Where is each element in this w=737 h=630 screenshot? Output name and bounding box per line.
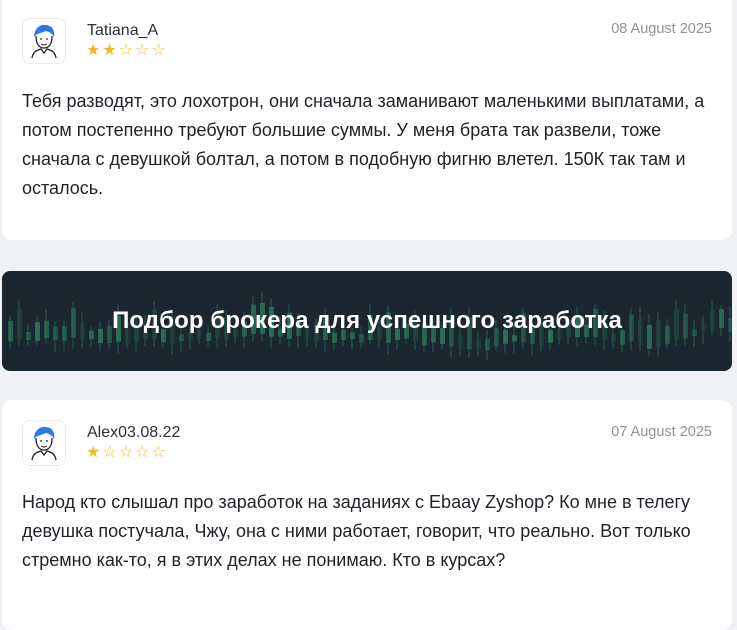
star-empty-icon: ☆ [151,42,166,59]
user-avatar-icon [22,18,66,64]
avatar-drawing [31,426,57,461]
star-empty-icon: ☆ [102,444,117,461]
review-author[interactable]: Alex03.08.22 [87,424,180,442]
star-empty-icon: ☆ [118,444,134,461]
rating-stars: ★ ☆ ☆ ☆ ☆ [86,445,166,461]
review-date: 08 August 2025 [611,21,712,37]
banner-title: Подбор брокера для успешного заработка [112,307,622,334]
avatar-drawing [31,24,57,59]
broker-banner[interactable]: Подбор брокера для успешного заработка [2,271,732,371]
star-empty-icon: ☆ [118,42,134,59]
user-avatar-icon [22,420,66,466]
star-filled-icon: ★ [102,42,117,59]
star-empty-icon: ☆ [151,444,166,461]
star-filled-icon: ★ [86,42,101,59]
review-author[interactable]: Tatiana_A [87,22,158,40]
review-text: Народ кто слышал про заработок на задани… [22,492,691,570]
star-empty-icon: ☆ [135,42,150,59]
review-text: Тебя разводят, это лохотрон, они сначала… [22,91,705,198]
review-date: 07 August 2025 [611,424,712,440]
rating-stars: ★ ★ ☆ ☆ ☆ [86,43,166,59]
star-filled-icon: ★ [86,444,101,461]
review-card: Alex03.08.22 ★ ☆ ☆ ☆ ☆ 07 August 2025 На… [2,400,732,630]
review-card: Tatiana_A ★ ★ ☆ ☆ ☆ 08 August 2025 Тебя … [2,0,732,240]
star-empty-icon: ☆ [135,444,150,461]
